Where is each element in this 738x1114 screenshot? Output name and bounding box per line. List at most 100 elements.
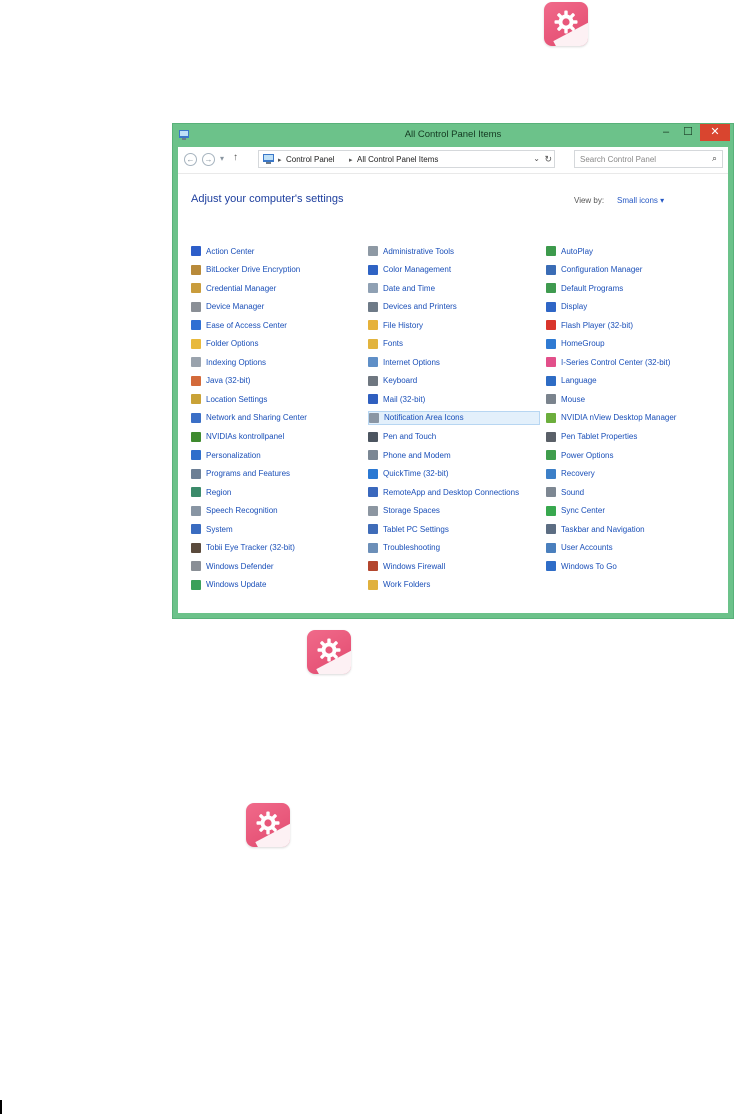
control-panel-item[interactable]: Troubleshooting: [368, 541, 540, 555]
breadcrumb-all-items[interactable]: All Control Panel Items: [357, 155, 438, 164]
search-box[interactable]: Search Control Panel ⌕: [574, 150, 723, 168]
control-panel-item[interactable]: I-Series Control Center (32-bit): [546, 355, 726, 369]
control-panel-item[interactable]: Region: [191, 485, 361, 499]
mouse-icon: [546, 394, 556, 405]
control-panel-item[interactable]: Pen and Touch: [368, 430, 540, 444]
control-panel-item[interactable]: User Accounts: [546, 541, 726, 555]
maximize-button[interactable]: ☐: [677, 124, 699, 141]
control-panel-item[interactable]: BitLocker Drive Encryption: [191, 263, 361, 277]
control-panel-item-label: Fonts: [383, 339, 404, 349]
app-badge-icon: [307, 630, 351, 674]
control-panel-item[interactable]: Device Manager: [191, 300, 361, 314]
control-panel-item[interactable]: Internet Options: [368, 355, 540, 369]
control-panel-item-label: Action Center: [206, 246, 255, 256]
control-panel-item[interactable]: Keyboard: [368, 374, 540, 388]
back-button[interactable]: ←: [184, 153, 197, 166]
control-panel-item[interactable]: Taskbar and Navigation: [546, 522, 726, 536]
control-panel-item[interactable]: Flash Player (32-bit): [546, 318, 726, 332]
control-panel-item[interactable]: Ease of Access Center: [191, 318, 361, 332]
control-panel-items: Action Center BitLocker Drive Encryption C…: [191, 244, 731, 604]
control-panel-item[interactable]: Power Options: [546, 448, 726, 462]
control-panel-item-label: Sound: [561, 487, 585, 497]
control-panel-item[interactable]: Sync Center: [546, 504, 726, 518]
minimize-button[interactable]: –: [655, 124, 677, 141]
search-icon[interactable]: ⌕: [712, 153, 717, 164]
control-panel-item[interactable]: Windows Update: [191, 578, 361, 592]
address-dropdown-icon[interactable]: ⌄: [533, 154, 540, 163]
control-panel-item-label: Java (32-bit): [206, 376, 251, 386]
control-panel-item[interactable]: QuickTime (32-bit): [368, 467, 540, 481]
control-panel-item[interactable]: NVIDIAs kontrollpanel: [191, 430, 361, 444]
folder-icon: [191, 338, 201, 349]
control-panel-item[interactable]: Administrative Tools: [368, 244, 540, 258]
bitlocker-icon: [191, 264, 201, 275]
refresh-icon[interactable]: ↻: [544, 154, 552, 165]
config-manager-icon: [546, 264, 556, 275]
control-panel-item[interactable]: Recovery: [546, 467, 726, 481]
control-panel-item[interactable]: Programs and Features: [191, 467, 361, 481]
control-panel-item[interactable]: Credential Manager: [191, 281, 361, 295]
control-panel-item[interactable]: Tobii Eye Tracker (32-bit): [191, 541, 361, 555]
control-panel-item[interactable]: System: [191, 522, 361, 536]
gear-icon: [317, 638, 341, 662]
control-panel-item[interactable]: Date and Time: [368, 281, 540, 295]
control-panel-item[interactable]: Default Programs: [546, 281, 726, 295]
control-panel-item[interactable]: Network and Sharing Center: [191, 411, 361, 425]
control-panel-item[interactable]: Color Management: [368, 263, 540, 277]
control-panel-item[interactable]: Language: [546, 374, 726, 388]
control-panel-item[interactable]: Tablet PC Settings: [368, 522, 540, 536]
control-panel-item[interactable]: Windows Firewall: [368, 559, 540, 573]
control-panel-item[interactable]: HomeGroup: [546, 337, 726, 351]
flash-icon: [546, 320, 556, 331]
control-panel-item[interactable]: Phone and Modem: [368, 448, 540, 462]
control-panel-item[interactable]: Mouse: [546, 392, 726, 406]
recent-locations-dropdown[interactable]: ▾: [220, 154, 224, 163]
control-panel-item-label: Tobii Eye Tracker (32-bit): [206, 543, 295, 553]
control-panel-item-label: QuickTime (32-bit): [383, 469, 449, 479]
control-panel-item[interactable]: Storage Spaces: [368, 504, 540, 518]
clock-icon: [368, 283, 378, 294]
control-panel-item[interactable]: Java (32-bit): [191, 374, 361, 388]
control-panel-item-label: Ease of Access Center: [206, 320, 287, 330]
control-panel-item-label: Speech Recognition: [206, 506, 278, 516]
address-bar[interactable]: ▸ Control Panel ▸ All Control Panel Item…: [258, 150, 555, 168]
control-panel-item[interactable]: Windows To Go: [546, 559, 726, 573]
view-by-dropdown[interactable]: Small icons ▾: [617, 196, 664, 205]
control-panel-item[interactable]: Work Folders: [368, 578, 540, 592]
control-panel-item-label: Recovery: [561, 469, 595, 479]
control-panel-item-label: Pen and Touch: [383, 432, 437, 441]
control-panel-item[interactable]: Sound: [546, 485, 726, 499]
windows-to-go-icon: [546, 561, 556, 572]
control-panel-item[interactable]: Fonts: [368, 337, 540, 351]
control-panel-item-label: Configuration Manager: [561, 265, 643, 275]
close-button[interactable]: ✕: [700, 124, 730, 141]
control-panel-item[interactable]: Folder Options: [191, 337, 361, 351]
title-bar[interactable]: All Control Panel Items – ☐ ✕: [173, 124, 733, 147]
control-panel-item[interactable]: Devices and Printers: [368, 300, 540, 314]
breadcrumb-control-panel[interactable]: Control Panel: [286, 155, 334, 164]
pen-icon: [368, 431, 378, 442]
control-panel-item[interactable]: Action Center: [191, 244, 361, 258]
control-panel-item[interactable]: Pen Tablet Properties: [546, 430, 726, 444]
recovery-icon: [546, 468, 556, 479]
control-panel-window: All Control Panel Items – ☐ ✕ ← → ▾ ↑ ▸ …: [172, 123, 734, 619]
control-panel-item[interactable]: Personalization: [191, 448, 361, 462]
up-button[interactable]: ↑: [233, 152, 238, 163]
control-panel-item-label: NVIDIA nView Desktop Manager: [561, 413, 677, 423]
control-panel-item[interactable]: NVIDIA nView Desktop Manager: [546, 411, 726, 425]
control-panel-item[interactable]: Speech Recognition: [191, 504, 361, 518]
control-panel-item[interactable]: AutoPlay: [546, 244, 726, 258]
forward-button[interactable]: →: [202, 153, 215, 166]
control-panel-item[interactable]: Mail (32-bit): [368, 392, 540, 406]
control-panel-item[interactable]: Notification Area Icons: [368, 410, 540, 425]
control-panel-item-label: Devices and Printers: [383, 302, 457, 312]
control-panel-item[interactable]: RemoteApp and Desktop Connections: [368, 485, 540, 499]
control-panel-item[interactable]: Windows Defender: [191, 559, 361, 573]
control-panel-item-label: Work Folders: [383, 580, 431, 590]
control-panel-item[interactable]: File History: [368, 318, 540, 332]
fonts-icon: [368, 338, 378, 349]
control-panel-item[interactable]: Configuration Manager: [546, 263, 726, 277]
control-panel-item[interactable]: Indexing Options: [191, 355, 361, 369]
control-panel-item[interactable]: Display: [546, 300, 726, 314]
control-panel-item[interactable]: Location Settings: [191, 392, 361, 406]
